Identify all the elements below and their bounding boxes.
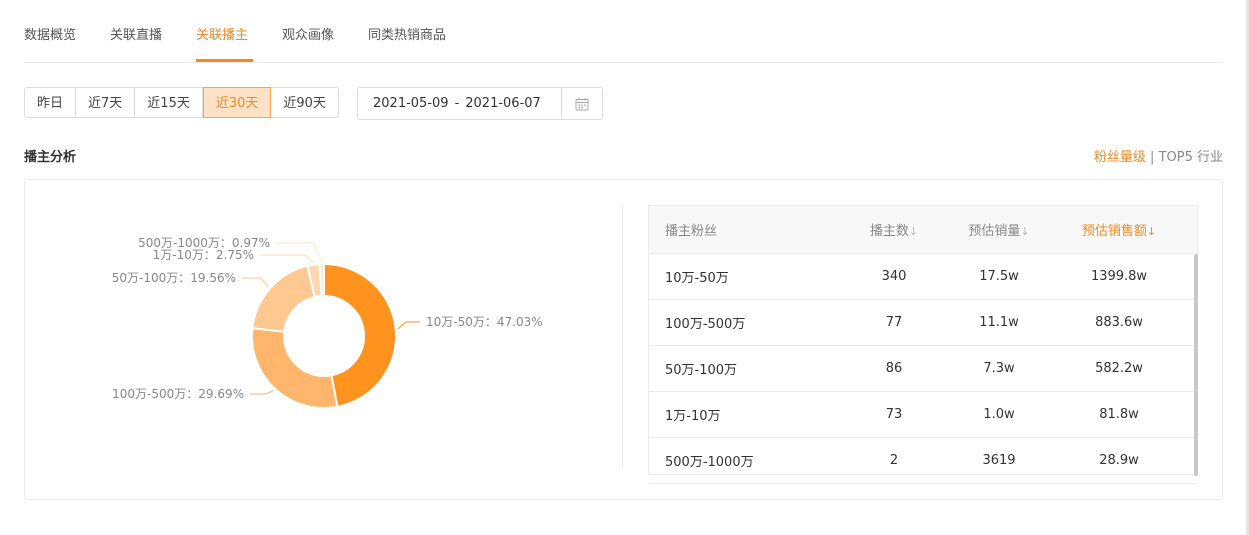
date-range-picker[interactable]: 2021-05-09-2021-06-07	[357, 87, 603, 120]
table-row: 500万-1000万 2 3619 28.9w	[649, 438, 1197, 484]
date-end: 2021-06-07	[465, 96, 541, 111]
section-title: 播主分析	[24, 150, 77, 165]
table-cell: 1399.8w	[1090, 269, 1148, 284]
table-cell: 86	[885, 361, 903, 376]
range-90d-button[interactable]: 近90天	[271, 87, 339, 118]
table-cell: 883.6w	[1095, 315, 1143, 330]
sort-desc-icon: ↓	[908, 225, 919, 238]
donut-slice-label: 100万-500万：29.69%	[112, 387, 244, 401]
range-15d-button[interactable]: 近15天	[135, 87, 203, 118]
donut-leader-line	[250, 389, 274, 395]
range-30d-button[interactable]: 近30天	[202, 87, 272, 118]
donut-slice-label: 1万-10万：2.75%	[153, 248, 254, 262]
donut-slice[interactable]	[323, 262, 397, 408]
table-row: 100万-500万 77 11.1w 883.6w	[649, 300, 1197, 346]
table-cell: 81.8w	[1099, 407, 1139, 422]
header-fans: 播主粉丝	[665, 224, 718, 239]
table-cell: 10万-50万	[665, 271, 729, 286]
donut-slice[interactable]	[318, 262, 325, 298]
active-tab-underline	[196, 59, 253, 62]
donut-leader-line	[260, 254, 314, 264]
table-cell: 50万-100万	[665, 363, 738, 378]
donut-leader-line	[276, 242, 323, 263]
header-est-revenue-label: 预估销售额	[1081, 224, 1147, 239]
tab-overview[interactable]: 数据概览	[24, 24, 76, 43]
tab-bar: 数据概览 关联直播 关联播主 观众画像 同类热销商品	[24, 0, 1223, 63]
donut-leader-line	[242, 277, 269, 288]
table-cell: 3619	[982, 453, 1016, 468]
range-yesterday-button[interactable]: 昨日	[24, 87, 77, 118]
table-cell: 340	[881, 269, 907, 284]
table-row: 1万-10万 73 1.0w 81.8w	[649, 392, 1197, 438]
donut-slice-label: 500万-1000万：0.97%	[138, 236, 270, 250]
date-start: 2021-05-09	[373, 96, 449, 111]
donut-slice[interactable]	[251, 327, 339, 409]
tab-similar-hot-products[interactable]: 同类热销商品	[368, 24, 446, 43]
table-cell: 1.0w	[983, 407, 1015, 422]
tab-related-live[interactable]: 关联直播	[110, 24, 162, 43]
table-cell: 17.5w	[979, 269, 1019, 284]
fans-level-link[interactable]: 粉丝量级	[1094, 150, 1146, 165]
tab-audience-profile[interactable]: 观众画像	[282, 24, 334, 43]
table-cell: 500万-1000万	[665, 455, 754, 470]
table-header: 播主粉丝 播主数↓ 预估销量↓ 预估销售额↓	[649, 206, 1197, 254]
table-cell: 100万-500万	[665, 317, 746, 332]
table-cell: 11.1w	[979, 315, 1019, 330]
table-row: 10万-50万 340 17.5w 1399.8w	[649, 254, 1197, 300]
header-est-revenue[interactable]: 预估销售额↓	[1059, 220, 1179, 239]
section-links: 粉丝量级 | TOP5 行业	[1094, 146, 1223, 165]
table-cell: 28.9w	[1099, 453, 1139, 468]
header-est-sales-label: 预估销量	[968, 224, 1021, 239]
tab-related-streamers[interactable]: 关联播主	[196, 24, 248, 43]
header-streamer-count-label: 播主数	[869, 224, 909, 239]
streamer-fans-table: 播主粉丝 播主数↓ 预估销量↓ 预估销售额↓ 10万-50万 340 17.5w 13…	[648, 205, 1198, 484]
donut-leader-line	[397, 321, 420, 330]
panel-divider	[622, 206, 623, 468]
calendar-icon	[575, 97, 589, 110]
top5-industry-link[interactable]: TOP5 行业	[1159, 150, 1223, 165]
header-est-sales[interactable]: 预估销量↓	[939, 220, 1059, 239]
range-7d-button[interactable]: 近7天	[76, 87, 136, 118]
table-scrollbar[interactable]	[1194, 254, 1198, 476]
table-cell: 7.3w	[983, 361, 1015, 376]
table-cell: 77	[885, 315, 903, 330]
date-separator: -	[454, 96, 460, 111]
table-cell: 582.2w	[1095, 361, 1143, 376]
fans-distribution-donut-chart: 10万-50万：47.03% 100万-500万：29.69% 50万-100万：1…	[112, 236, 543, 409]
link-divider: |	[1150, 150, 1155, 165]
table-row: 50万-100万 86 7.3w 582.2w	[649, 346, 1197, 392]
table-body: 10万-50万 340 17.5w 1399.8w 100万-500万 77 11.1w 88…	[649, 254, 1197, 484]
date-range-text: 2021-05-09-2021-06-07	[358, 96, 563, 111]
donut-slice[interactable]	[251, 264, 316, 333]
sort-desc-icon: ↓	[1020, 225, 1030, 238]
sort-desc-icon: ↓	[1146, 225, 1157, 238]
table-cell: 2	[889, 453, 899, 468]
table-cell: 73	[885, 407, 903, 422]
date-range-buttons: 昨日 近7天 近15天 近30天 近90天	[24, 87, 339, 118]
donut-slice-label: 50万-100万：19.56%	[112, 271, 236, 285]
header-streamer-count[interactable]: 播主数↓	[849, 220, 939, 239]
donut-slice-label: 10万-50万：47.03%	[426, 315, 543, 329]
table-cell: 1万-10万	[665, 409, 721, 424]
calendar-button[interactable]	[561, 88, 602, 119]
